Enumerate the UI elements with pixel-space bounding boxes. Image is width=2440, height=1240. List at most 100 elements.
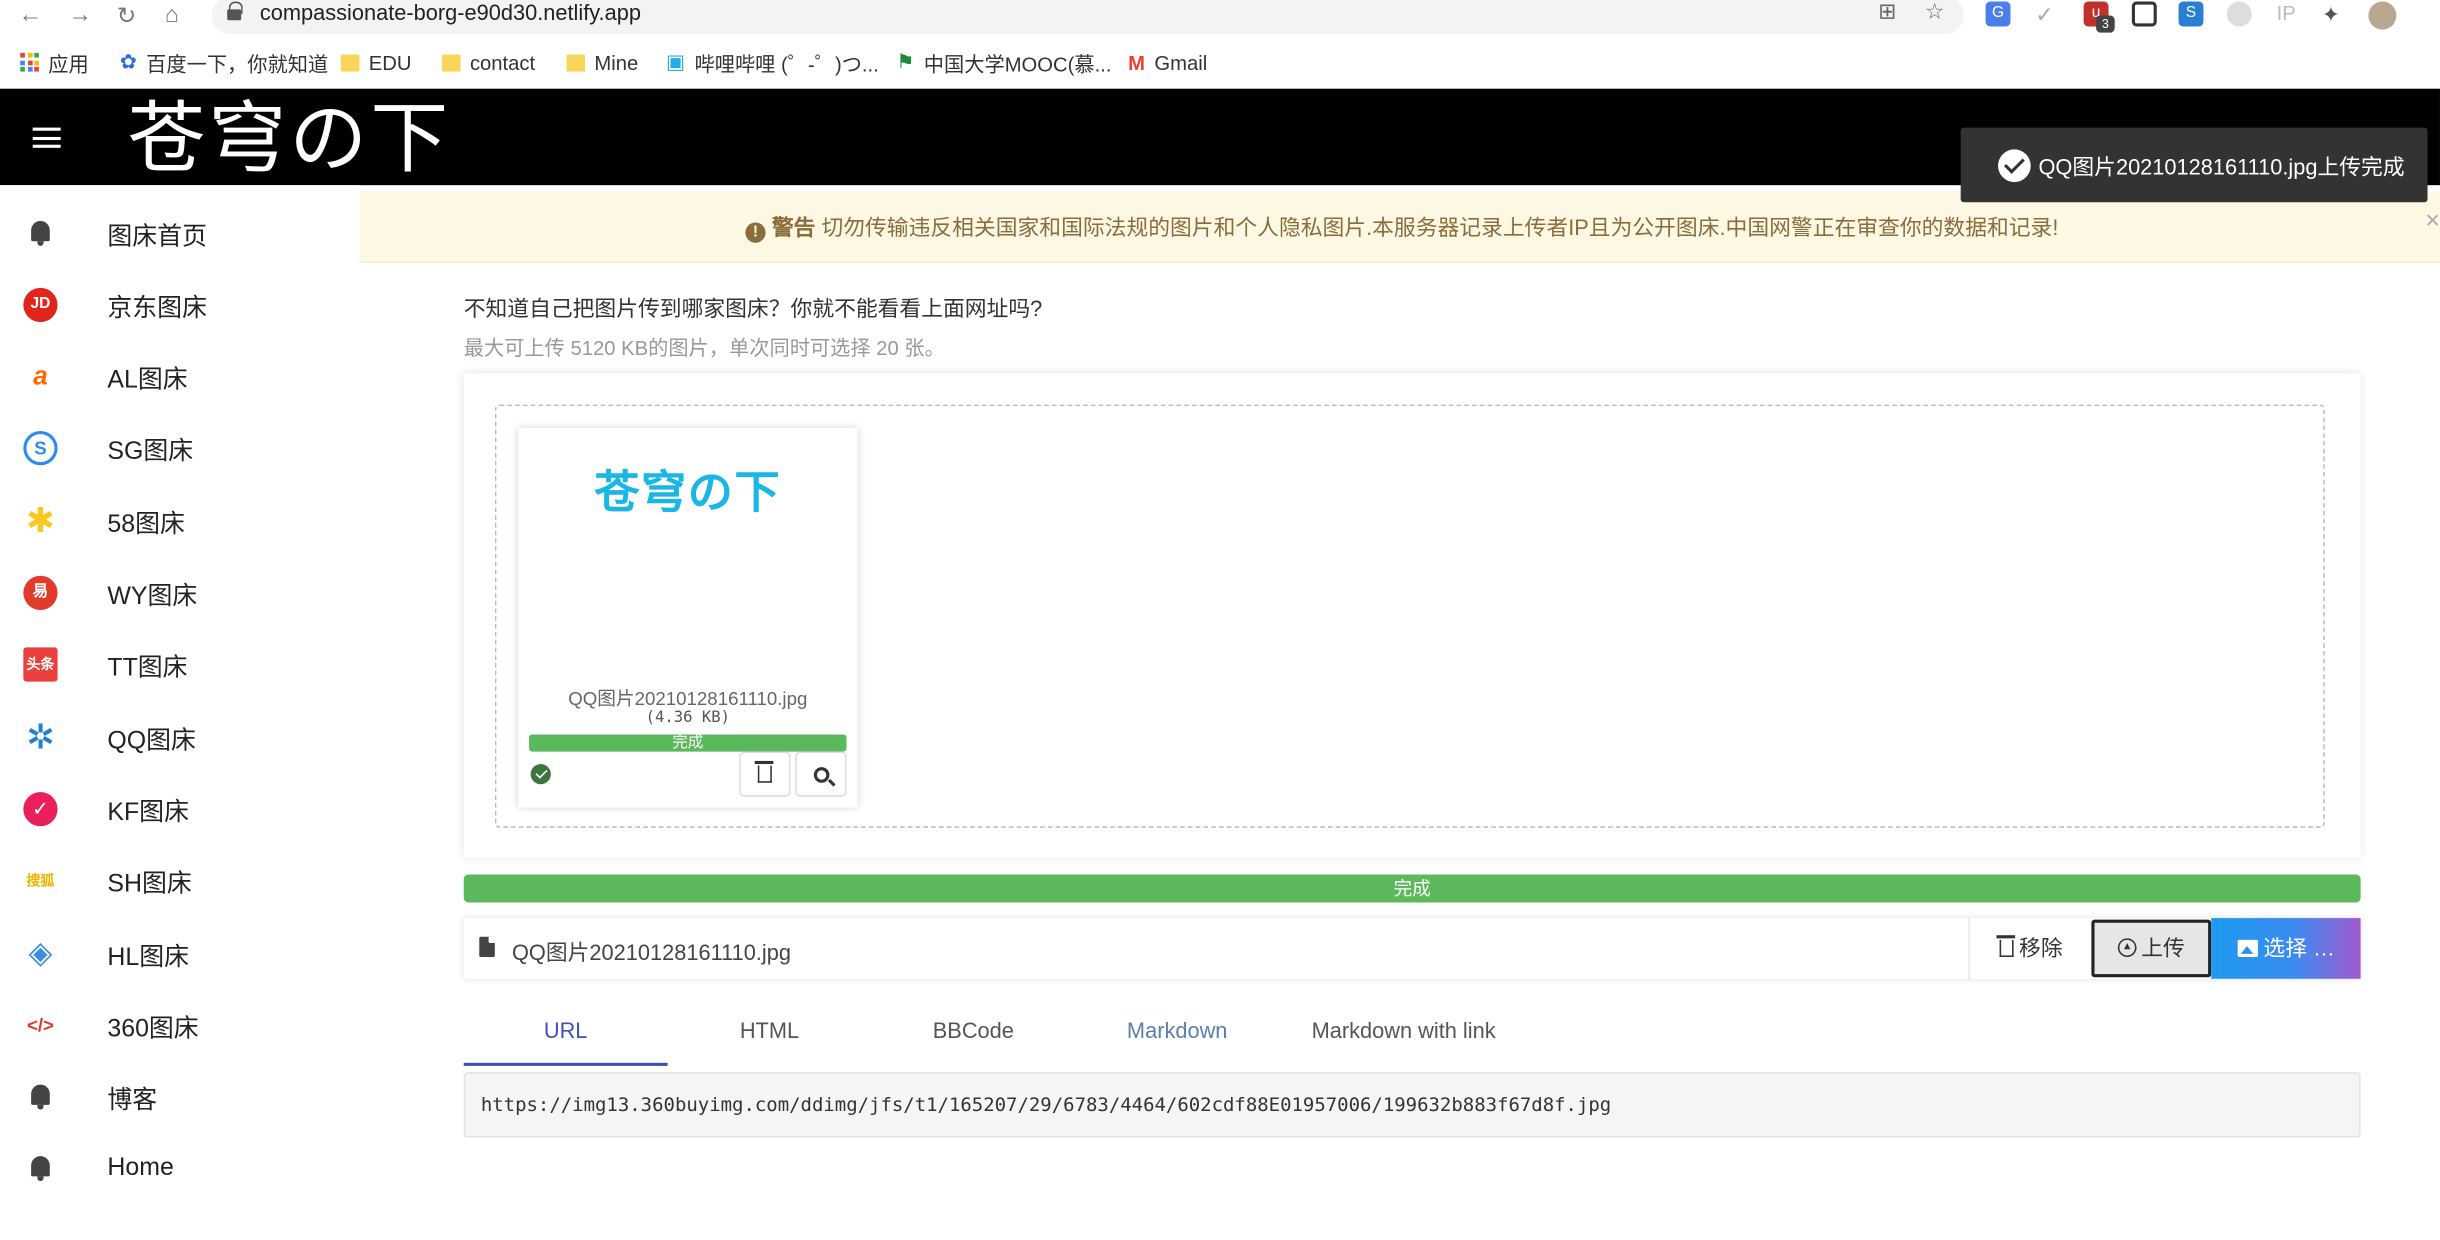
bookmark-gmail[interactable]: M Gmail bbox=[1128, 47, 1207, 78]
bookmark-mooc[interactable]: ⚑ 中国大学MOOC(慕... bbox=[896, 47, 1111, 78]
58-icon: ✱ bbox=[26, 501, 55, 540]
address-row: ← → ↻ ⌂ compassionate-borg-e90d30.netlif… bbox=[0, 0, 2440, 35]
upload-button[interactable]: 上传 bbox=[2091, 919, 2212, 978]
sidebar-item-sg[interactable]: S SG图床 bbox=[0, 417, 359, 479]
extension-badge: 3 bbox=[2096, 15, 2115, 33]
sidebar-item-al[interactable]: a AL图床 bbox=[0, 345, 359, 407]
upload-label: 上传 bbox=[2141, 935, 2185, 961]
profile-avatar[interactable] bbox=[2368, 1, 2397, 30]
select-file-button[interactable]: 选择 … bbox=[2211, 918, 2361, 979]
toutiao-icon: 头条 bbox=[23, 647, 58, 682]
preview-progress-bar: 完成 bbox=[529, 734, 847, 752]
apps-icon bbox=[20, 52, 39, 72]
sidebar-item-label: TT图床 bbox=[107, 655, 188, 682]
file-icon bbox=[479, 936, 495, 958]
reload-icon[interactable]: ↻ bbox=[117, 2, 137, 29]
gmail-icon: M bbox=[1128, 50, 1146, 74]
sidebar-item-qq[interactable]: ✲ QQ图床 bbox=[0, 706, 359, 768]
ip-extension-icon[interactable]: IP bbox=[2277, 2, 2296, 25]
bookmark-apps[interactable]: 应用 bbox=[20, 47, 89, 78]
bookmark-baidu[interactable]: ✿ 百度一下，你就知道 bbox=[120, 47, 328, 78]
home-icon[interactable]: ⌂ bbox=[165, 2, 179, 28]
bookmark-contact[interactable]: contact bbox=[441, 47, 535, 78]
remove-button[interactable]: 移除 bbox=[1968, 918, 2092, 979]
sidebar-item-label: Home bbox=[107, 1154, 174, 1182]
output-code-box[interactable]: https://img13.360buyimg.com/ddimg/jfs/t1… bbox=[463, 1072, 2361, 1138]
bookmark-mine[interactable]: Mine bbox=[566, 47, 638, 78]
output-url[interactable]: https://img13.360buyimg.com/ddimg/jfs/t1… bbox=[481, 1094, 1611, 1116]
folder-icon bbox=[340, 53, 360, 71]
upload-toast: QQ图片20210128161110.jpg上传完成 bbox=[1960, 127, 2428, 203]
kf-icon: ✓ bbox=[23, 792, 58, 827]
file-input-row: QQ图片20210128161110.jpg 移除 上传 选择 … bbox=[463, 918, 2361, 979]
bell-icon bbox=[28, 1083, 53, 1111]
image-icon bbox=[2236, 939, 2258, 958]
tab-html[interactable]: HTML bbox=[668, 999, 872, 1066]
intro-text: 不知道自己把图片传到哪家图床？你就不能看看上面网址吗? bbox=[463, 295, 1043, 321]
drop-zone[interactable]: 苍穹の下 QQ图片20210128161110.jpg (4.36 KB) 完成 bbox=[494, 404, 2325, 828]
warning-text: ! 警告 切勿传输违反相关国家和国际法规的图片和个人隐私图片.本服务器记录上传者I… bbox=[745, 212, 2058, 243]
sidebar-item-sh[interactable]: 搜狐 SH图床 bbox=[0, 850, 359, 912]
sidebar: 图床首页 JD 京东图床 a AL图床 S SG图床 ✱ 58图床 易 WY图床… bbox=[0, 185, 360, 1240]
jd-icon: JD bbox=[23, 287, 58, 323]
sidebar-item-58[interactable]: ✱ 58图床 bbox=[0, 490, 359, 552]
folder-icon bbox=[441, 53, 461, 71]
back-icon[interactable]: ← bbox=[19, 2, 42, 28]
delete-file-button[interactable] bbox=[739, 751, 791, 797]
tab-markdown[interactable]: Markdown bbox=[1075, 999, 1279, 1066]
mooc-flag-icon: ⚑ bbox=[896, 49, 915, 74]
menu-icon[interactable] bbox=[32, 127, 61, 148]
lock-icon bbox=[227, 1, 243, 21]
sidebar-item-blog[interactable]: 博客 bbox=[0, 1066, 359, 1128]
sidebar-item-360[interactable]: </> 360图床 bbox=[0, 994, 359, 1056]
site-logo[interactable]: 苍穹の下 bbox=[128, 92, 452, 185]
check-extension-icon[interactable]: ✓ bbox=[2035, 2, 2053, 28]
sidebar-item-hl[interactable]: ◈ HL图床 bbox=[0, 923, 359, 985]
pip-extension-icon[interactable] bbox=[2131, 1, 2157, 27]
upload-limit-text: 最大可上传 5120 KB的图片，单次同时可选择 20 张。 bbox=[463, 336, 945, 360]
sidebar-item-kf[interactable]: ✓ KF图床 bbox=[0, 778, 359, 840]
url-text: compassionate-borg-e90d30.netlify.app bbox=[259, 0, 641, 25]
tab-markdown-with-link[interactable]: Markdown with link bbox=[1279, 999, 1528, 1066]
tab-bbcode[interactable]: BBCode bbox=[871, 999, 1075, 1066]
zoom-preview-button[interactable] bbox=[795, 751, 847, 797]
s-extension-icon[interactable]: S bbox=[2178, 1, 2204, 27]
close-icon[interactable]: × bbox=[2425, 209, 2440, 237]
netease-icon: 易 bbox=[23, 575, 58, 610]
bookmark-edu[interactable]: EDU bbox=[340, 47, 412, 78]
bookmark-bilibili[interactable]: ▣ 哔哩哔哩 (゜-゜)つ... bbox=[666, 47, 879, 78]
alibaba-icon: a bbox=[33, 361, 48, 391]
sidebar-item-home[interactable]: 图床首页 bbox=[0, 202, 359, 264]
output-format-tabs: URL HTML BBCode Markdown Markdown with l… bbox=[463, 999, 2361, 1066]
url-bar[interactable]: compassionate-borg-e90d30.netlify.app ⊞ … bbox=[211, 0, 1964, 35]
sidebar-item-label: WY图床 bbox=[107, 583, 198, 610]
bookmarks-bar: 应用 ✿ 百度一下，你就知道 EDU contact Mine ▣ 哔哩哔哩 (… bbox=[0, 47, 2440, 81]
forward-icon[interactable]: → bbox=[68, 2, 91, 28]
translate-icon[interactable]: ⊞ bbox=[1878, 0, 1896, 25]
selected-file-name: QQ图片20210128161110.jpg bbox=[511, 939, 791, 965]
google-translate-extension-icon[interactable]: G bbox=[1985, 1, 2011, 27]
zoom-in-icon bbox=[813, 767, 829, 783]
sidebar-item-homepage[interactable]: Home bbox=[0, 1138, 359, 1200]
sidebar-item-tt[interactable]: 头条 TT图床 bbox=[0, 633, 359, 695]
upload-circle-icon bbox=[2117, 938, 2137, 958]
hl-icon: ◈ bbox=[28, 936, 53, 972]
code-icon: </> bbox=[26, 1014, 54, 1037]
trash-icon bbox=[1995, 935, 2015, 958]
circle-extension-icon[interactable] bbox=[2226, 1, 2252, 27]
preview-filename: QQ图片20210128161110.jpg bbox=[568, 687, 808, 710]
browser-chrome: ← → ↻ ⌂ compassionate-borg-e90d30.netlif… bbox=[0, 0, 2440, 89]
star-icon[interactable]: ☆ bbox=[1925, 0, 1945, 25]
sidebar-item-label: HL图床 bbox=[107, 944, 190, 972]
sohu-icon: 搜狐 bbox=[26, 872, 55, 889]
sidebar-item-jd[interactable]: JD 京东图床 bbox=[0, 274, 359, 336]
sidebar-item-label: 图床首页 bbox=[107, 224, 207, 251]
warning-message: 切勿传输违反相关国家和国际法规的图片和个人隐私图片.本服务器记录上传者IP且为公… bbox=[821, 214, 2059, 240]
check-circle-icon bbox=[1998, 149, 2031, 183]
tab-url[interactable]: URL bbox=[463, 999, 668, 1066]
puzzle-extension-icon[interactable]: ✦ bbox=[2322, 2, 2340, 28]
sidebar-item-wy[interactable]: 易 WY图床 bbox=[0, 562, 359, 624]
sidebar-item-label: QQ图床 bbox=[107, 728, 196, 755]
upload-progress-bar: 完成 bbox=[463, 874, 2361, 903]
sidebar-item-label: 58图床 bbox=[107, 511, 185, 539]
